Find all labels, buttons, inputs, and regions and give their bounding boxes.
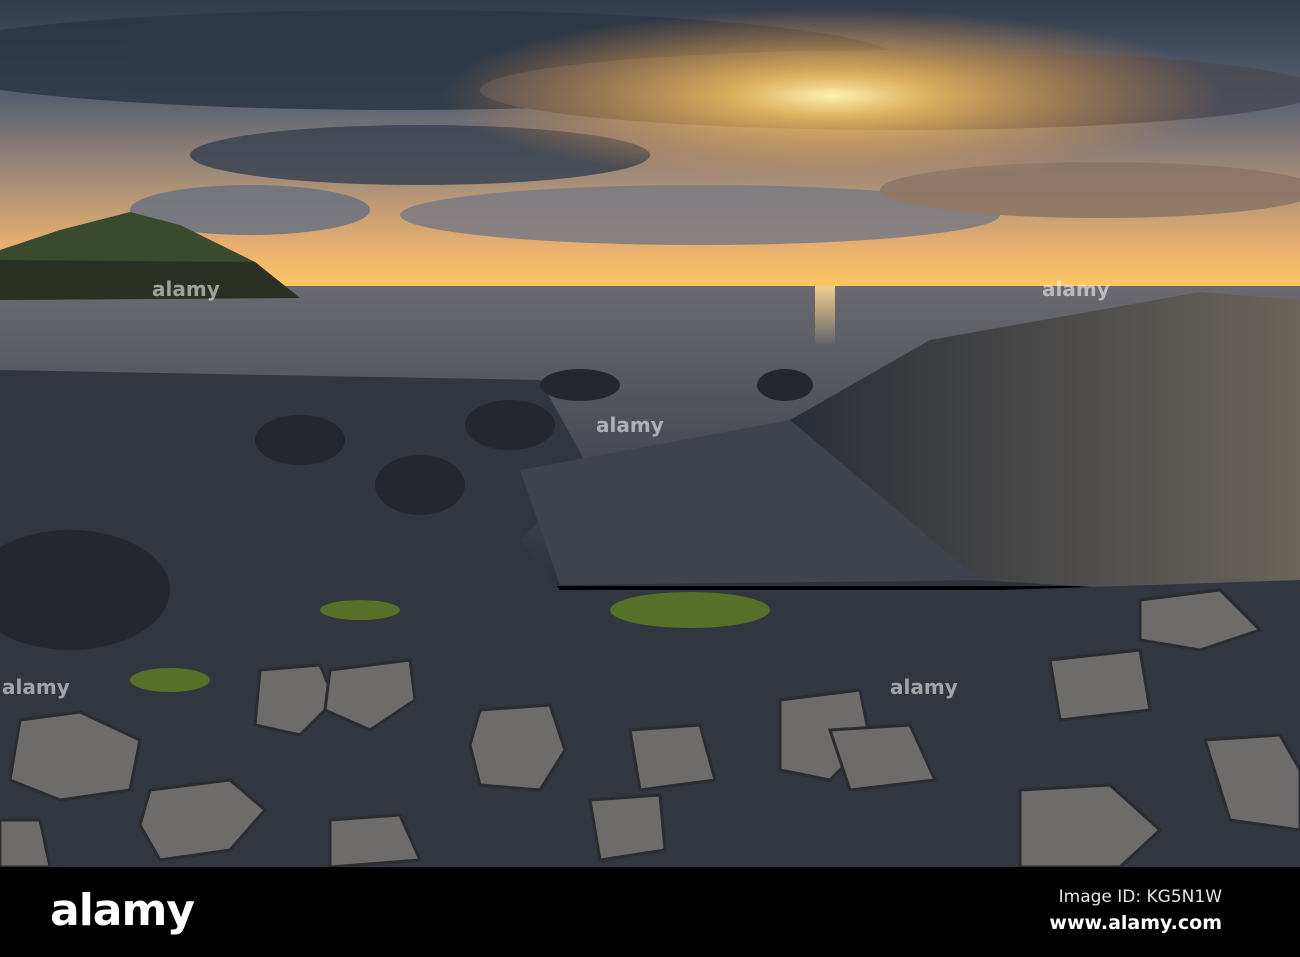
- watermark-text: alamy: [1042, 277, 1110, 301]
- alamy-logo: alamy: [50, 885, 195, 936]
- sun-reflection: [815, 286, 835, 346]
- watermark-text: alamy: [596, 413, 664, 437]
- image-id: Image ID: KG5N1W: [1058, 887, 1222, 907]
- site-url: www.alamy.com: [1049, 912, 1222, 934]
- watermark-text: alamy: [152, 277, 220, 301]
- watermark-text: alamy: [890, 675, 958, 699]
- photo: alamy alamy alamy alamy alamy: [0, 0, 1300, 867]
- watermark-text: alamy: [2, 675, 70, 699]
- watermark-bar: alamy Image ID: KG5N1W www.alamy.com: [0, 867, 1300, 957]
